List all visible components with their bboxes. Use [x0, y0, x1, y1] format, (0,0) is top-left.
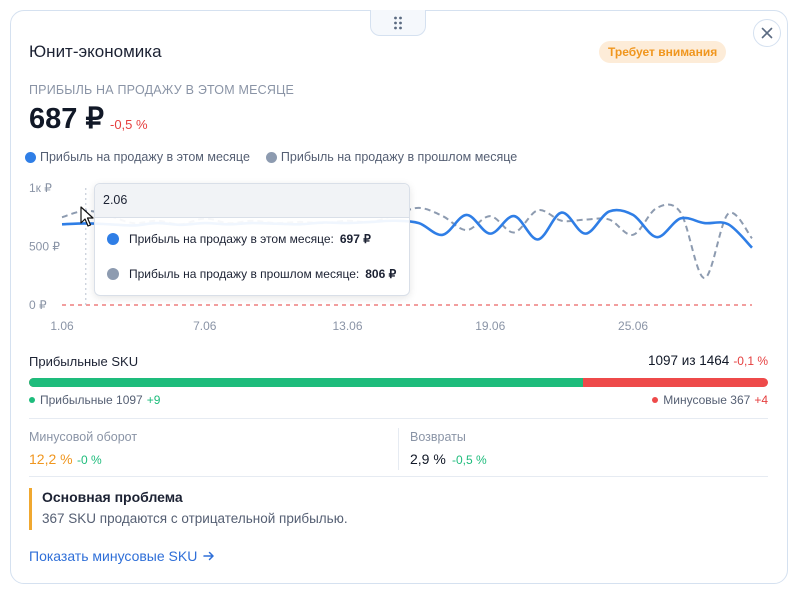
sku-positive-label: Прибыльные 1097 [40, 393, 143, 407]
returns-value: 2,9 % [410, 451, 446, 467]
arrow-right-icon [203, 551, 215, 561]
tooltip-current-label: Прибыль на продажу в этом месяце: [129, 232, 334, 246]
tooltip-current-dot [107, 233, 119, 245]
negative-dot [652, 397, 659, 403]
y-tick-label: 500 ₽ [29, 240, 60, 254]
tooltip-date: 2.06 [95, 184, 409, 218]
profitable-sku-label: Прибыльные SKU [29, 354, 139, 369]
sku-negative-delta: +4 [754, 393, 768, 407]
tooltip-row-current: Прибыль на продажу в этом месяце: 697 ₽ [107, 232, 371, 246]
returns-delta: -0,5 % [452, 453, 487, 467]
x-tick-label: 25.06 [618, 319, 648, 333]
tooltip-current-value: 697 ₽ [339, 232, 371, 246]
y-tick-label: 1к ₽ [29, 181, 52, 195]
divider [29, 418, 768, 419]
sku-negative-label: Минусовые 367 [663, 393, 751, 407]
profitable-sku-count: 1097 из 1464 -0,1 % [648, 353, 768, 368]
x-tick-label: 1.06 [50, 319, 74, 333]
sku-negative-stat: Минусовые 367 +4 [652, 393, 768, 407]
sku-progress-fill [29, 378, 583, 387]
tooltip-previous-value: 806 ₽ [365, 267, 397, 281]
vertical-divider [398, 428, 399, 470]
tooltip-previous-label: Прибыль на продажу в прошлом месяце: [129, 267, 360, 281]
sku-positive-stat: Прибыльные 1097 +9 [29, 393, 160, 407]
show-negative-sku-link[interactable]: Показать минусовые SKU [29, 548, 215, 564]
tooltip-previous-dot [107, 268, 119, 280]
problem-text: 367 SKU продаются с отрицательной прибыл… [42, 511, 348, 526]
x-tick-label: 7.06 [193, 319, 217, 333]
tooltip-row-previous: Прибыль на продажу в прошлом месяце: 806… [107, 267, 396, 281]
sku-progress-bar [29, 378, 768, 387]
turnover-delta: -0 % [77, 453, 102, 467]
turnover-label: Минусовой оборот [29, 430, 138, 444]
divider [29, 476, 768, 477]
turnover-value: 12,2 % [29, 451, 73, 467]
show-negative-sku-label: Показать минусовые SKU [29, 548, 198, 564]
sku-count-value: 1097 из 1464 [648, 353, 730, 368]
mouse-cursor-icon [80, 206, 94, 227]
sku-count-delta: -0,1 % [733, 354, 768, 368]
x-tick-label: 13.06 [333, 319, 363, 333]
problem-title: Основная проблема [42, 489, 183, 505]
sku-positive-delta: +9 [146, 393, 161, 407]
chart-tooltip: 2.06 Прибыль на продажу в этом месяце: 6… [94, 183, 410, 296]
main-problem-callout: Основная проблема 367 SKU продаются с от… [29, 488, 768, 530]
y-tick-label: 0 ₽ [29, 298, 47, 312]
returns-label: Возвраты [410, 430, 466, 444]
x-tick-label: 19.06 [475, 319, 505, 333]
positive-dot [29, 397, 35, 403]
